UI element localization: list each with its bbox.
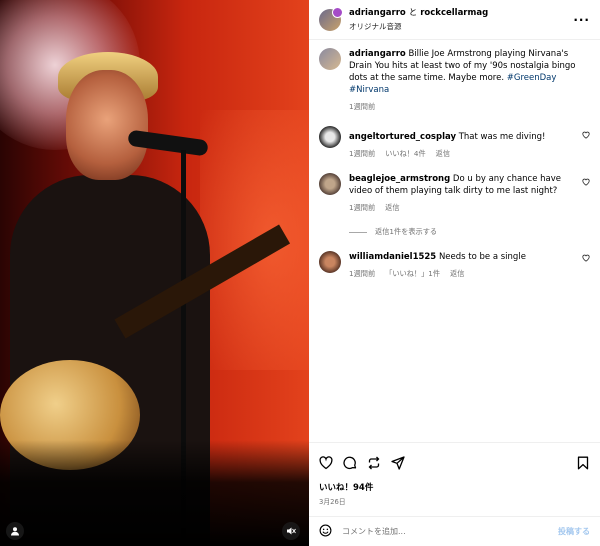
reply-button[interactable]: 返信 (450, 268, 464, 280)
collab-avatar (332, 6, 343, 18)
caption: adriangarro Billie Joe Armstrong playing… (319, 48, 590, 113)
post-header: adriangarro と rockcellarmag オリジナル音源 ··· (309, 0, 600, 40)
comment-avatar[interactable] (319, 126, 341, 148)
reply-button[interactable]: 返信 (436, 148, 450, 160)
share-icon[interactable] (391, 455, 405, 470)
caption-avatar[interactable] (319, 48, 341, 70)
performer-head (66, 70, 148, 180)
comment-time: 1週間前 (349, 203, 376, 212)
view-replies-label: 返信1件を表示する (375, 227, 438, 236)
user-tag-icon[interactable] (6, 522, 24, 540)
comments-list: adriangarro Billie Joe Armstrong playing… (309, 40, 600, 442)
author-avatar[interactable] (319, 6, 343, 31)
author-username[interactable]: adriangarro (349, 8, 406, 18)
caption-username[interactable]: adriangarro (349, 49, 406, 59)
comment-username[interactable]: angeltortured_cosplay (349, 132, 456, 142)
video-player[interactable] (0, 0, 309, 546)
comment-avatar[interactable] (319, 173, 341, 195)
repost-icon[interactable] (367, 456, 381, 470)
crowd-silhouette (0, 440, 309, 546)
like-comment-icon[interactable] (582, 131, 590, 141)
comment-text: Needs to be a single (438, 252, 526, 262)
mute-icon[interactable] (282, 522, 300, 540)
comment-text: That was me diving! (458, 132, 546, 142)
replies-divider (349, 231, 367, 233)
comment-composer: コメントを追加... 投稿する (309, 516, 600, 546)
comment-item: williamdaniel1525 Needs to be a single 1… (319, 251, 590, 280)
comment-avatar[interactable] (319, 251, 341, 273)
comment-likes[interactable]: いいね！4件 (385, 148, 426, 160)
post-view: adriangarro と rockcellarmag オリジナル音源 ··· … (0, 0, 600, 546)
bookmark-icon[interactable] (576, 456, 590, 470)
comment-likes[interactable]: 「いいね！」1件 (385, 268, 440, 280)
comment-item: beaglejoe_armstrong Do u by any chance h… (319, 173, 590, 214)
author-line: adriangarro と rockcellarmag (349, 7, 573, 20)
view-replies-button[interactable]: 返信1件を表示する (349, 227, 590, 237)
comment-time: 1週間前 (349, 269, 376, 278)
comment-time: 1週間前 (349, 149, 376, 158)
post-comment-button[interactable]: 投稿する (558, 526, 590, 537)
like-comment-icon[interactable] (582, 178, 590, 188)
reply-button[interactable]: 返信 (385, 202, 399, 214)
comment-username[interactable]: williamdaniel1525 (349, 252, 436, 262)
comment-icon[interactable] (343, 456, 357, 470)
comment-username[interactable]: beaglejoe_armstrong (349, 174, 450, 184)
action-bar (309, 442, 600, 482)
collab-username[interactable]: rockcellarmag (420, 8, 488, 18)
comment-input[interactable]: コメントを追加... (342, 526, 558, 537)
emoji-icon[interactable] (319, 524, 332, 540)
audio-label[interactable]: オリジナル音源 (349, 20, 573, 33)
more-options-icon[interactable]: ··· (573, 13, 590, 27)
post-side-panel: adriangarro と rockcellarmag オリジナル音源 ··· … (309, 0, 600, 546)
caption-time: 1週間前 (349, 102, 376, 111)
heart-icon[interactable] (319, 455, 333, 470)
post-date: 3月26日 (319, 498, 346, 506)
comment-item: angeltortured_cosplay That was me diving… (319, 126, 590, 160)
likes-count[interactable]: いいね！94件 (309, 482, 600, 494)
collab-connector: と (408, 7, 418, 18)
like-comment-icon[interactable] (582, 254, 590, 264)
